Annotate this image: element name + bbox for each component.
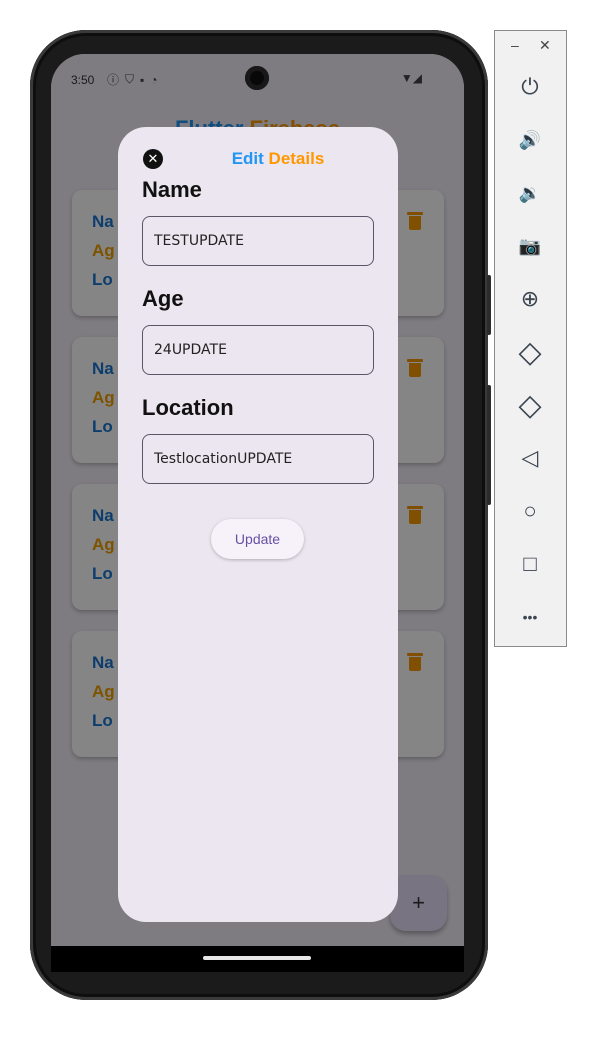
dialog-title: Edit Details [118, 149, 398, 169]
home-indicator[interactable] [203, 956, 311, 960]
volume-up-icon[interactable]: 🔊 [514, 124, 546, 156]
power-icon[interactable]: ⏻ [514, 71, 546, 103]
home-icon[interactable]: ○ [514, 495, 546, 527]
side-button [487, 275, 491, 335]
update-button[interactable]: Update [211, 519, 304, 559]
dialog-title-part1: Edit [231, 149, 264, 168]
rotate-left-icon[interactable]: ◇ [514, 336, 546, 369]
location-label: Location [142, 395, 234, 420]
minimize-button[interactable]: – [511, 37, 519, 53]
volume-rocker [487, 385, 491, 505]
device-screen: 3:50 ⓘ ⛉ ▪ ◔ ▼◢ Flutter Firebase Na Ag L… [51, 54, 464, 972]
more-icon[interactable]: ••• [514, 601, 546, 633]
camera-icon[interactable]: 📷 [514, 230, 546, 262]
age-label: Age [142, 286, 184, 311]
location-field[interactable] [142, 434, 374, 484]
age-field[interactable] [142, 325, 374, 375]
emulator-toolbar: – ✕ ⏻ 🔊 🔉 📷 ⊕ ◇ ◇ ◁ ○ □ ••• [494, 30, 567, 647]
back-icon[interactable]: ◁ [514, 442, 546, 474]
name-label: Name [142, 177, 202, 202]
rotate-right-icon[interactable]: ◇ [514, 389, 546, 422]
navigation-bar [51, 946, 464, 972]
edit-details-dialog: ✕ Edit Details Name Age Location Update [118, 127, 398, 922]
overview-icon[interactable]: □ [514, 548, 546, 580]
close-window-button[interactable]: ✕ [539, 37, 551, 54]
window-controls: – ✕ [495, 37, 566, 54]
volume-down-icon[interactable]: 🔉 [514, 177, 546, 209]
name-field[interactable] [142, 216, 374, 266]
zoom-icon[interactable]: ⊕ [514, 283, 546, 315]
dialog-title-part2: Details [263, 149, 325, 168]
